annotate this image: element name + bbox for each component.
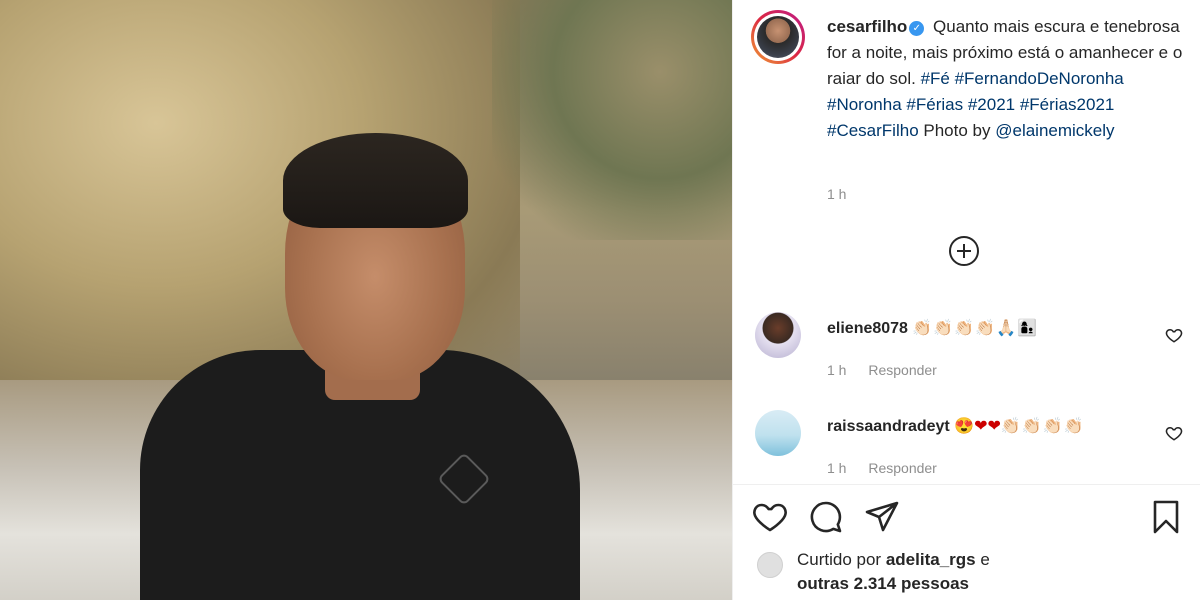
- post-side-panel: cesarfilho ✓ Quanto mais escura e tenebro…: [732, 0, 1200, 600]
- share-icon[interactable]: [863, 498, 901, 536]
- likes-suffix: e: [980, 550, 990, 569]
- author-avatar[interactable]: [751, 10, 805, 64]
- liker-avatar[interactable]: [757, 552, 783, 578]
- hashtag[interactable]: #Noronha: [827, 95, 902, 114]
- photo-hair: [283, 133, 468, 228]
- post-photo[interactable]: [0, 0, 732, 600]
- reply-button[interactable]: Responder: [868, 362, 937, 378]
- comment-meta: 1 h Responder: [827, 362, 955, 378]
- heart-icon[interactable]: [1165, 424, 1183, 442]
- commenter-username[interactable]: raissaandradeyt: [827, 418, 950, 435]
- comment-text: raissaandradeyt 😍❤❤👏🏻👏🏻👏🏻👏🏻: [827, 416, 1085, 436]
- hashtag[interactable]: #CesarFilho: [827, 121, 919, 140]
- hashtag[interactable]: #2021: [968, 95, 1015, 114]
- comment-emojis: 👏🏻👏🏻👏🏻👏🏻🙏🏻👩‍👦: [912, 320, 1038, 337]
- hashtag[interactable]: #Férias: [906, 95, 963, 114]
- comment-time[interactable]: 1 h: [827, 460, 846, 476]
- reply-button[interactable]: Responder: [868, 460, 937, 476]
- post-timestamp[interactable]: 1 h: [827, 186, 846, 202]
- likes-prefix: Curtido por: [797, 550, 882, 569]
- commenter-avatar[interactable]: [755, 312, 801, 358]
- comment-hearts: ❤❤: [974, 418, 1001, 435]
- commenter-avatar[interactable]: [755, 410, 801, 456]
- hashtag[interactable]: #FernandoDeNoronha: [955, 69, 1124, 88]
- hashtag[interactable]: #Férias2021: [1020, 95, 1115, 114]
- comment-emojis-after: 👏🏻👏🏻👏🏻👏🏻: [1000, 418, 1085, 435]
- plus-circle-icon[interactable]: [949, 236, 979, 266]
- comment-text: eliene8078 👏🏻👏🏻👏🏻👏🏻🙏🏻👩‍👦: [827, 318, 1038, 338]
- commenter-username[interactable]: eliene8078: [827, 320, 908, 337]
- avatar-picture: [757, 16, 799, 58]
- comment-emojis: 😍: [954, 418, 975, 435]
- comment-time[interactable]: 1 h: [827, 362, 846, 378]
- hashtag[interactable]: #Fé: [921, 69, 950, 88]
- heart-icon[interactable]: [751, 498, 789, 536]
- comment-item: raissaandradeyt 😍❤❤👏🏻👏🏻👏🏻👏🏻 1 h Responde…: [755, 410, 1195, 500]
- likes-others-link[interactable]: outras 2.314 pessoas: [797, 574, 969, 593]
- post-actions: [751, 498, 1191, 538]
- heart-icon[interactable]: [1165, 326, 1183, 344]
- photo-trees: [492, 0, 732, 240]
- liker-username[interactable]: adelita_rgs: [886, 550, 976, 569]
- comment-item: eliene8078 👏🏻👏🏻👏🏻👏🏻🙏🏻👩‍👦 1 h Responder: [755, 312, 1195, 402]
- author-username[interactable]: cesarfilho: [827, 17, 907, 36]
- likes-text: Curtido por adelita_rgs e outras 2.314 p…: [797, 548, 990, 596]
- instagram-post-view: cesarfilho ✓ Quanto mais escura e tenebro…: [0, 0, 1200, 600]
- photo-credit-mention[interactable]: @elainemickely: [995, 121, 1114, 140]
- post-caption: cesarfilho ✓ Quanto mais escura e tenebro…: [827, 14, 1187, 144]
- bookmark-icon[interactable]: [1147, 498, 1185, 536]
- photo-credit-label: Photo by: [923, 121, 991, 140]
- comment-meta: 1 h Responder: [827, 460, 955, 476]
- comment-icon[interactable]: [807, 498, 845, 536]
- actions-divider: [733, 484, 1200, 485]
- verified-badge-icon: ✓: [909, 21, 925, 36]
